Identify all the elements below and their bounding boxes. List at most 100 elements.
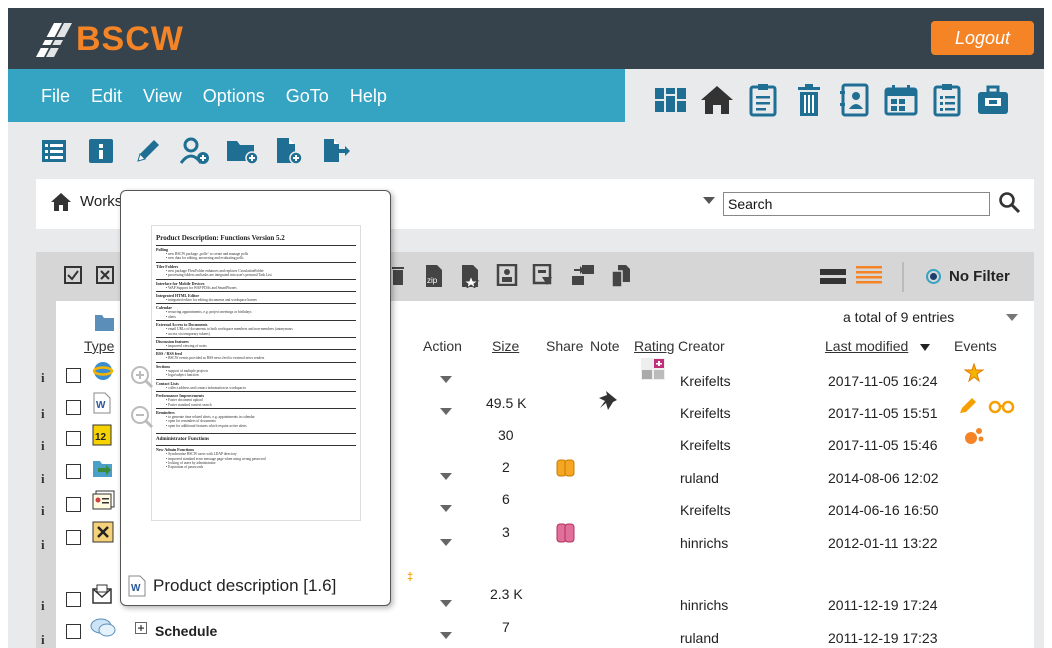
activity-event-icon[interactable] <box>963 426 985 451</box>
breadcrumb-home-icon[interactable] <box>50 192 72 217</box>
row-info-icon[interactable]: i <box>41 438 45 454</box>
row-creator: ruland <box>680 470 719 486</box>
zip-archive-icon[interactable]: zip <box>424 264 444 293</box>
preview-section: New Admin Functions • Synchronize BSCW us… <box>156 445 356 470</box>
menu-file[interactable]: File <box>41 86 70 107</box>
row-info-icon[interactable]: i <box>41 598 45 614</box>
word-document-icon[interactable]: W <box>92 392 112 419</box>
row-action-dropdown[interactable] <box>440 376 452 383</box>
row-checkbox[interactable] <box>66 530 81 545</box>
compact-view-icon[interactable] <box>820 266 846 291</box>
row-action-dropdown[interactable] <box>440 505 452 512</box>
bscw-logo[interactable]: BSCW <box>36 20 184 59</box>
deselect-all-icon[interactable] <box>96 266 114 289</box>
document-preview-thumbnail[interactable]: Product Description: Functions Version 5… <box>151 225 361 521</box>
paste-icon[interactable] <box>610 264 632 293</box>
row-info-icon[interactable]: i <box>41 632 45 648</box>
address-book-icon[interactable] <box>837 83 873 117</box>
shared-folder-icon[interactable] <box>92 458 114 483</box>
logout-button[interactable]: Logout <box>931 21 1034 55</box>
parent-folder-icon[interactable] <box>94 312 116 337</box>
breadcrumb-workspace[interactable]: Works <box>80 193 122 210</box>
trash-icon[interactable] <box>791 83 827 117</box>
calendar-icon[interactable] <box>883 83 919 117</box>
row-action-dropdown[interactable] <box>440 539 452 546</box>
row-info-icon[interactable]: i <box>41 503 45 519</box>
discussion-icon[interactable] <box>90 617 116 644</box>
contact-list-icon[interactable] <box>92 490 116 515</box>
rating-widget-icon[interactable] <box>641 358 665 385</box>
info-icon[interactable] <box>85 136 117 166</box>
column-header-rating[interactable]: Rating <box>634 338 674 354</box>
column-header-type[interactable]: Type <box>84 338 114 354</box>
clipboard-icon[interactable] <box>745 83 781 117</box>
read-event-icon[interactable] <box>988 398 1016 419</box>
row-action-dropdown[interactable] <box>440 632 452 639</box>
row-checkbox[interactable] <box>66 368 81 383</box>
briefcase-icon[interactable] <box>975 83 1011 117</box>
search-scope-dropdown[interactable] <box>703 197 715 204</box>
column-header-note: Note <box>590 338 620 354</box>
upload-document-icon[interactable] <box>320 136 352 166</box>
row-checkbox[interactable] <box>66 497 81 512</box>
no-filter-option[interactable]: No Filter <box>926 268 1010 285</box>
column-header-size[interactable]: Size <box>492 338 519 354</box>
menu-help[interactable]: Help <box>350 86 387 107</box>
entries-count: a total of 9 entries <box>843 309 955 325</box>
task-list-icon[interactable] <box>929 83 965 117</box>
row-action-dropdown[interactable] <box>440 408 452 415</box>
row-info-icon[interactable]: i <box>41 370 45 386</box>
row-checkbox[interactable] <box>66 431 81 446</box>
move-icon[interactable] <box>570 264 596 291</box>
column-header-creator: Creator <box>678 338 725 354</box>
share-members-icon[interactable] <box>555 521 577 550</box>
row-last-modified: 2017-11-05 16:24 <box>828 373 938 389</box>
detailed-view-icon[interactable] <box>856 264 882 291</box>
preview-caption-text[interactable]: Product description [1.6] <box>153 576 336 596</box>
row-name[interactable]: Schedule <box>155 623 217 639</box>
edited-event-icon[interactable] <box>958 397 986 420</box>
search-icon[interactable] <box>998 191 1022 220</box>
row-checkbox[interactable] <box>66 624 81 639</box>
home-icon[interactable] <box>699 83 735 117</box>
calendar-item-icon[interactable]: 12 <box>92 424 112 451</box>
zoom-in-icon[interactable] <box>130 365 154 394</box>
column-header-share: Share <box>546 338 584 354</box>
entries-dropdown[interactable] <box>1006 314 1018 321</box>
zoom-out-icon[interactable] <box>130 405 154 434</box>
row-action-dropdown[interactable] <box>440 600 452 607</box>
delete-icon[interactable] <box>391 264 405 291</box>
rate-document-icon[interactable] <box>460 264 480 293</box>
preview-section: RSS / RSS feed • BSCW events provided as … <box>156 349 356 360</box>
menu-edit[interactable]: Edit <box>91 86 122 107</box>
new-event-icon[interactable] <box>963 362 985 388</box>
row-action-dropdown[interactable] <box>440 473 452 480</box>
pin-note-icon[interactable] <box>598 390 618 417</box>
column-header-last-modified[interactable]: Last modified <box>825 338 908 354</box>
menu-options[interactable]: Options <box>203 86 265 107</box>
select-all-icon[interactable] <box>64 266 82 289</box>
list-view-icon[interactable] <box>38 136 70 166</box>
poll-icon[interactable] <box>92 521 114 548</box>
no-filter-radio[interactable] <box>926 269 941 284</box>
url-link-icon[interactable] <box>92 360 114 387</box>
email-icon[interactable] <box>92 584 114 611</box>
add-member-icon[interactable] <box>179 136 211 166</box>
download-archive-icon[interactable] <box>532 263 554 293</box>
add-folder-icon[interactable] <box>226 136 258 166</box>
row-checkbox[interactable] <box>66 400 81 415</box>
expand-tree-icon[interactable] <box>135 621 147 639</box>
menu-goto[interactable]: GoTo <box>286 86 329 107</box>
contact-card-icon[interactable] <box>496 263 518 291</box>
row-info-icon[interactable]: i <box>41 406 45 422</box>
share-members-icon[interactable] <box>555 457 577 484</box>
add-document-icon[interactable] <box>273 136 305 166</box>
row-checkbox[interactable] <box>66 592 81 607</box>
menu-view[interactable]: View <box>143 86 182 107</box>
row-checkbox[interactable] <box>66 464 81 479</box>
edit-pencil-icon[interactable] <box>132 136 164 166</box>
row-info-icon[interactable]: i <box>41 537 45 553</box>
row-info-icon[interactable]: i <box>41 471 45 487</box>
dashboard-icon[interactable] <box>653 83 689 117</box>
search-input[interactable] <box>723 192 990 216</box>
